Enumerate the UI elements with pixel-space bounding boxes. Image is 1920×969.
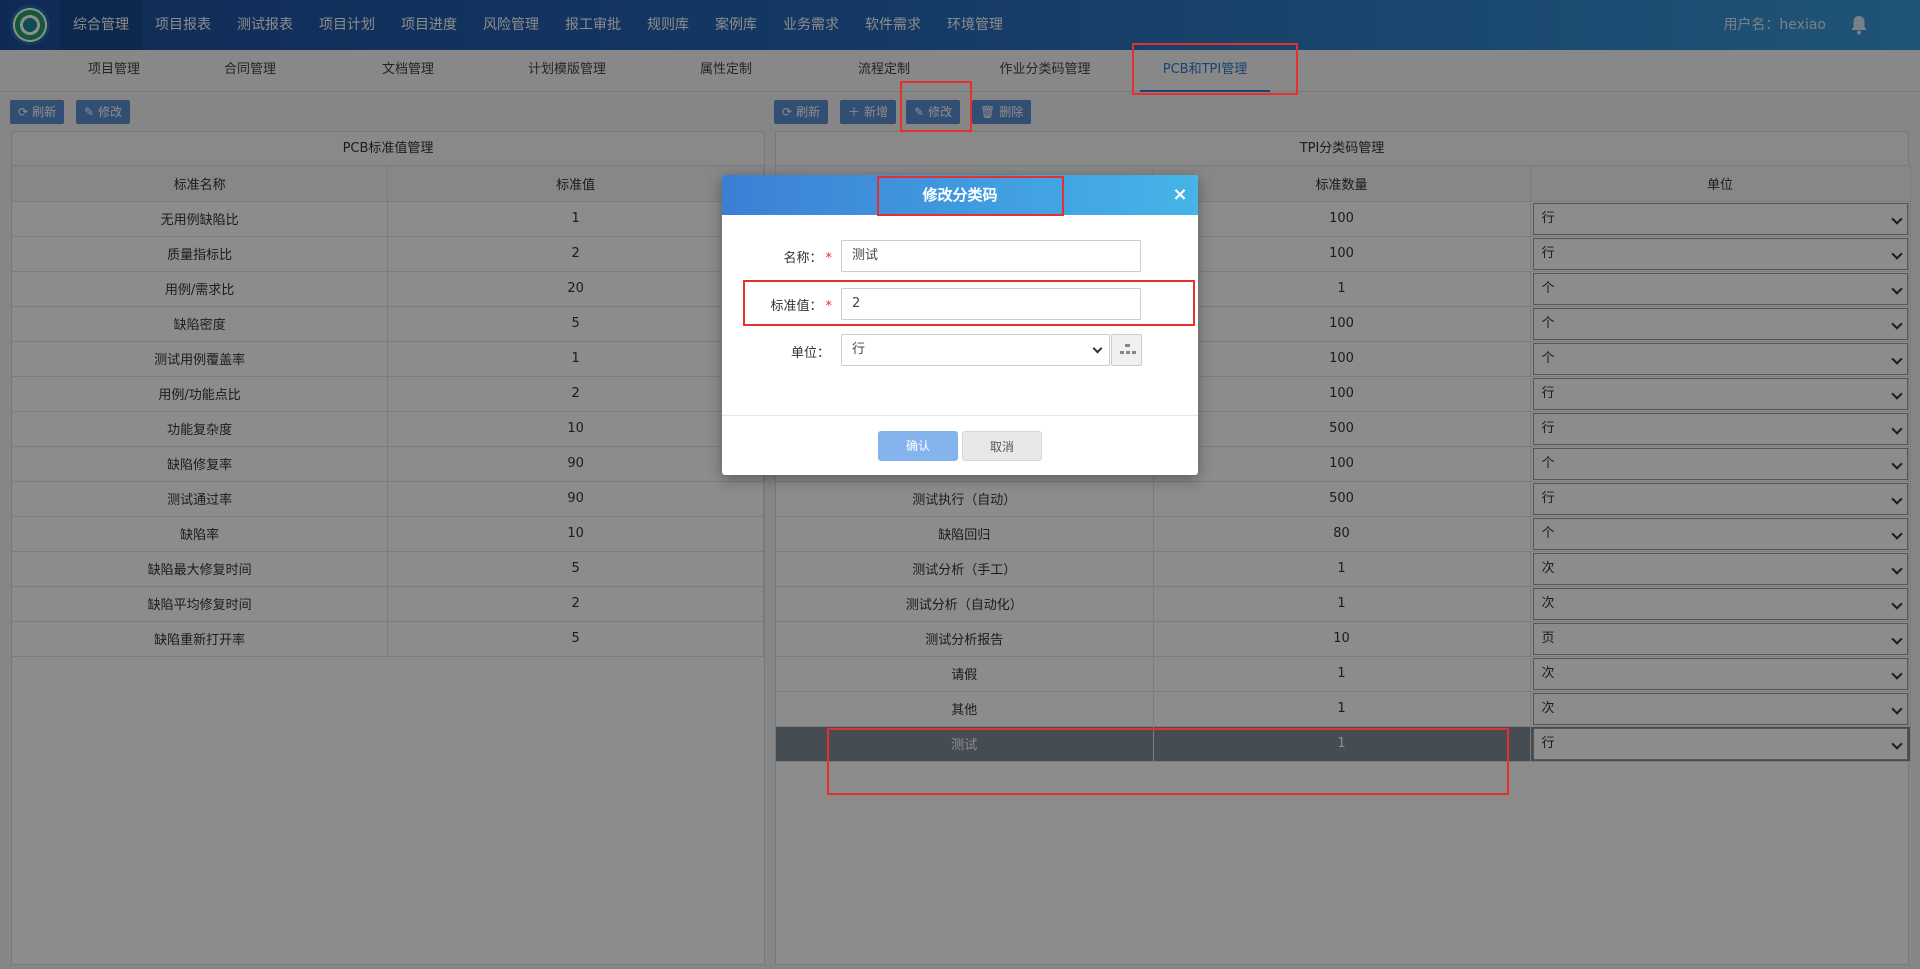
name-input[interactable]: 测试 bbox=[841, 240, 1141, 272]
required-mark: * bbox=[825, 251, 833, 266]
standard-value-label: 标准值： * bbox=[770, 299, 833, 314]
dialog-title: 修改分类码 bbox=[922, 186, 998, 204]
hierarchy-icon[interactable] bbox=[1111, 334, 1142, 366]
edit-code-dialog: 修改分类码 × 名称： * 测试 标准值： * 2 单位： 行 确认 取消 bbox=[722, 175, 1198, 475]
required-mark: * bbox=[825, 299, 833, 314]
cancel-button[interactable]: 取消 bbox=[962, 431, 1042, 461]
unit-select[interactable]: 行 bbox=[841, 334, 1110, 366]
unit-label: 单位： bbox=[790, 346, 830, 361]
standard-value-input[interactable]: 2 bbox=[841, 288, 1141, 320]
name-label: 名称： * bbox=[783, 251, 833, 266]
dialog-divider bbox=[722, 415, 1198, 416]
dialog-header: 修改分类码 × bbox=[722, 175, 1198, 215]
chevron-down-icon bbox=[1092, 343, 1103, 354]
close-icon[interactable]: × bbox=[1170, 185, 1190, 205]
confirm-button[interactable]: 确认 bbox=[878, 431, 958, 461]
modal-overlay bbox=[0, 0, 1920, 969]
tree-icon bbox=[1120, 344, 1136, 354]
